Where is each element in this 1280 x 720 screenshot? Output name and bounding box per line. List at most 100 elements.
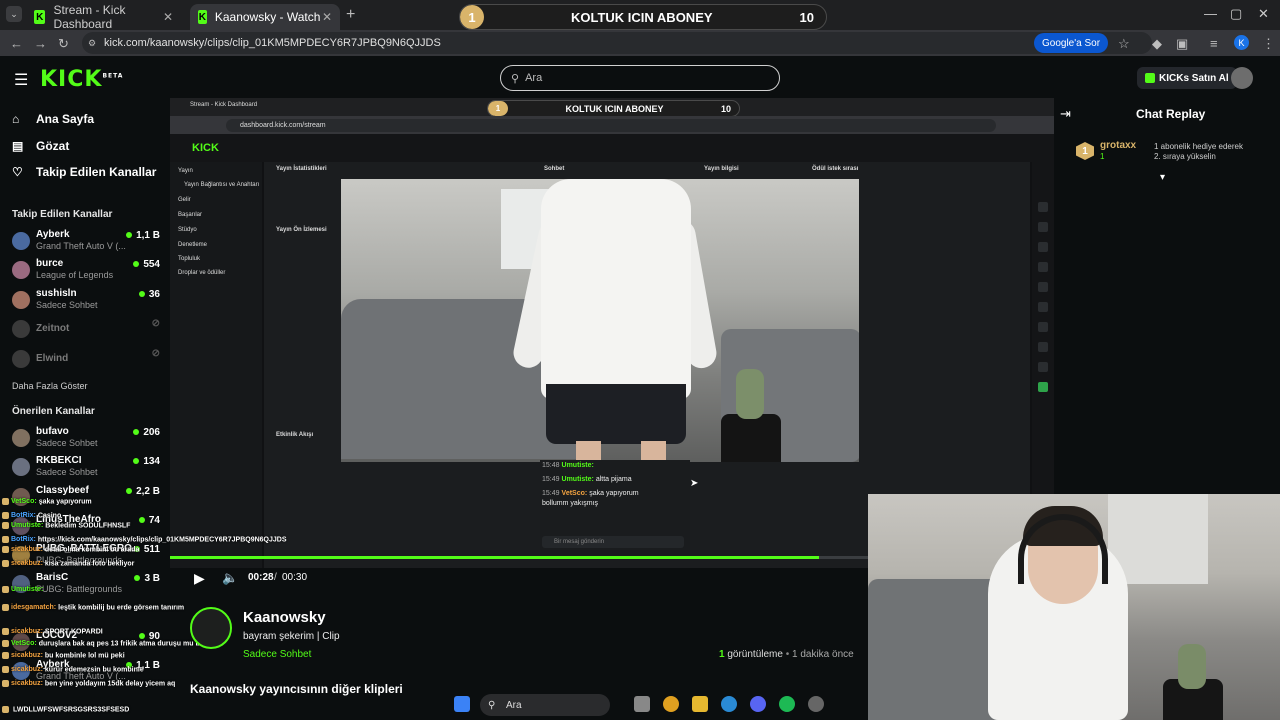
nav-home[interactable]: ⌂ Ana Sayfa <box>12 112 94 126</box>
chat-username: VetSco: <box>11 640 37 648</box>
channel-item[interactable]: RKBEKCI Sadece Sohbet 134 <box>12 455 160 481</box>
chat-message: Bekledim SODULFHNSLF <box>45 522 131 530</box>
chat-message: detal olma kombini bu arada <box>44 546 140 554</box>
clip-channel-name[interactable]: Kaanowsky <box>243 609 326 626</box>
expand-chevron-icon[interactable]: ▾ <box>1160 172 1165 183</box>
browser-tab-dashboard[interactable]: K Stream - Kick Dashboard ✕ <box>26 3 181 31</box>
close-window-icon[interactable]: ✕ <box>1258 6 1269 22</box>
channel-item[interactable]: Ayberk Grand Theft Auto V (... 1,1 B <box>12 229 160 255</box>
yoda-figure <box>1178 644 1206 689</box>
google-ask-button[interactable]: Google'a Sor <box>1034 33 1109 53</box>
person-shorts <box>546 384 686 444</box>
play-icon[interactable]: ▶ <box>194 570 205 587</box>
reading-list-icon[interactable]: ≡ <box>1210 36 1218 51</box>
channel-item-offline[interactable]: Zeitnot ⊘ <box>12 317 160 343</box>
channel-item[interactable]: bufavo Sadece Sohbet 206 <box>12 426 160 452</box>
channel-category: League of Legends <box>36 270 114 280</box>
overlay-chat-line: BotRix: https://kick.com/kaanowsky/clips/… <box>2 536 287 543</box>
folder-icon[interactable] <box>692 696 708 712</box>
overlay-chat-line: Umutiste: Bekledim SODULFHNSLF <box>2 522 130 529</box>
nav-following[interactable]: ♡ Takip Edilen Kanallar <box>12 165 156 179</box>
site-info-icon[interactable]: ⚙ <box>88 38 96 49</box>
minimize-icon[interactable]: — <box>1204 6 1217 21</box>
chat-message: Casino <box>37 512 62 520</box>
chat-message: kısa zamanda foto bekliyor <box>44 560 135 568</box>
chat-username: sicakbuz: <box>11 666 43 674</box>
captured-tool-icon <box>1038 282 1048 292</box>
chat-replay-panel: ⇥ Chat Replay 1 grotaxx 1 1 abonelik hed… <box>1054 100 1280 496</box>
captured-goal-text: KOLTUK ICIN ABONEY <box>565 103 664 114</box>
chat-message: bu kombinle lol mü peki <box>44 652 125 660</box>
captured-tool-icon <box>1038 342 1048 352</box>
channel-item[interactable]: sushisln Sadece Sohbet 36 <box>12 288 160 314</box>
nav-browse[interactable]: ▤ Gözat <box>12 139 69 153</box>
chat-message: duruşlara bak aq pes 13 frikik atma duru… <box>38 640 205 648</box>
user-avatar[interactable] <box>1231 67 1253 89</box>
channel-item[interactable]: burce League of Legends 554 <box>12 258 160 284</box>
captured-kick-logo: KICK <box>192 142 219 154</box>
chat-badge-icon <box>2 560 9 567</box>
puzzle-icon[interactable]: ▣ <box>1176 36 1188 52</box>
followed-title: Takip Edilen Kanallar <box>12 209 113 220</box>
chat-message: kürür edemezsin bu kombinle <box>44 666 144 674</box>
edge-icon[interactable] <box>721 696 737 712</box>
captured-goal-banner: 1 KOLTUK ICIN ABONEY 10 <box>487 100 740 117</box>
channel-item-offline[interactable]: Elwind ⊘ <box>12 347 160 373</box>
browser-tab-clip[interactable]: K Kaanowsky - Watch clips on Kic ✕ <box>190 4 340 30</box>
show-more-link[interactable]: Daha Fazla Göster <box>12 381 88 391</box>
video-progress-bar[interactable] <box>170 556 868 559</box>
channel-avatar[interactable] <box>190 607 232 649</box>
goal-text: KOLTUK ICIN ABONEY <box>570 9 713 25</box>
more-menu-icon[interactable]: ⋮ <box>1262 36 1275 52</box>
kick-logo[interactable]: KICKBETA <box>40 67 123 92</box>
chat-user: Umutiste: <box>561 476 594 483</box>
reload-icon[interactable]: ↻ <box>58 36 69 52</box>
search-input[interactable]: ⚲ Ara <box>500 65 780 91</box>
chrome-icon[interactable] <box>663 696 679 712</box>
chat-badge-icon <box>2 640 9 647</box>
time-total: 00:30 <box>282 572 308 583</box>
new-tab-icon[interactable]: + <box>346 6 355 24</box>
overlay-chat-line: sicakbuz: ben yine yoldayım 15dk delay yi… <box>2 680 175 687</box>
tab-search-icon[interactable]: ⌄ <box>6 6 22 22</box>
captured-chat-line: 15:48 Umutiste: <box>542 462 596 469</box>
steam-icon[interactable] <box>808 696 824 712</box>
collapse-chat-icon[interactable]: ⇥ <box>1060 106 1071 122</box>
subscribe-goal-banner: 1 KOLTUK ICIN ABONEY 10 <box>459 4 827 30</box>
start-icon[interactable] <box>454 696 470 712</box>
captured-chat-input: Bir mesaj gönderin <box>542 536 684 548</box>
chat-user: VetSco: <box>561 490 588 497</box>
captured-side-item: Gelir <box>178 197 191 203</box>
time-separator: / <box>274 572 277 583</box>
profile-avatar[interactable]: K <box>1234 35 1249 50</box>
maximize-icon[interactable]: ▢ <box>1230 6 1242 22</box>
overlay-chat-line: LWDLLWFSWFSRSGSRS3SFSESD <box>2 706 129 713</box>
back-icon[interactable]: ← <box>10 36 23 51</box>
close-tab-icon[interactable]: ✕ <box>163 10 173 24</box>
volume-icon[interactable]: 🔈 <box>222 570 238 586</box>
captured-tool-icon <box>1038 242 1048 252</box>
offline-icon: ⊘ <box>151 348 160 359</box>
forward-icon[interactable]: → <box>34 36 47 51</box>
chat-badge-icon <box>2 680 9 687</box>
url-input[interactable]: ⚙ kick.com/kaanowsky/clips/clip_01KM5MPD… <box>82 32 1152 54</box>
spotify-icon[interactable] <box>779 696 795 712</box>
close-tab-icon[interactable]: ✕ <box>322 10 332 24</box>
chat-username: sicakbuz: <box>11 546 43 554</box>
extension-icon[interactable]: ◆ <box>1152 36 1162 52</box>
taskbar-search[interactable]: ⚲ Ara <box>480 694 610 716</box>
gifter-username[interactable]: grotaxx <box>1100 140 1136 151</box>
clip-views: 1 görüntüleme • 1 dakika önce <box>719 649 854 660</box>
chat-username: Umutiste: <box>11 522 44 530</box>
overlay-chat-line: sicakbuz: kısa zamanda foto bekliyor <box>2 560 134 567</box>
buy-kicks-button[interactable]: KICKs Satın Al <box>1137 67 1237 89</box>
discord-icon[interactable] <box>750 696 766 712</box>
task-view-icon[interactable] <box>634 696 650 712</box>
captured-goal-target: 10 <box>720 103 731 114</box>
clip-category[interactable]: Sadece Sohbet <box>243 649 311 660</box>
captured-preview-title: Yayın Ön İzlemesi <box>276 227 327 233</box>
menu-icon[interactable]: ☰ <box>14 70 28 90</box>
chat-username: sicakbuz: <box>11 560 43 568</box>
bookmark-star-icon[interactable]: ☆ <box>1118 36 1130 52</box>
chat-time: 15:49 <box>542 490 560 497</box>
